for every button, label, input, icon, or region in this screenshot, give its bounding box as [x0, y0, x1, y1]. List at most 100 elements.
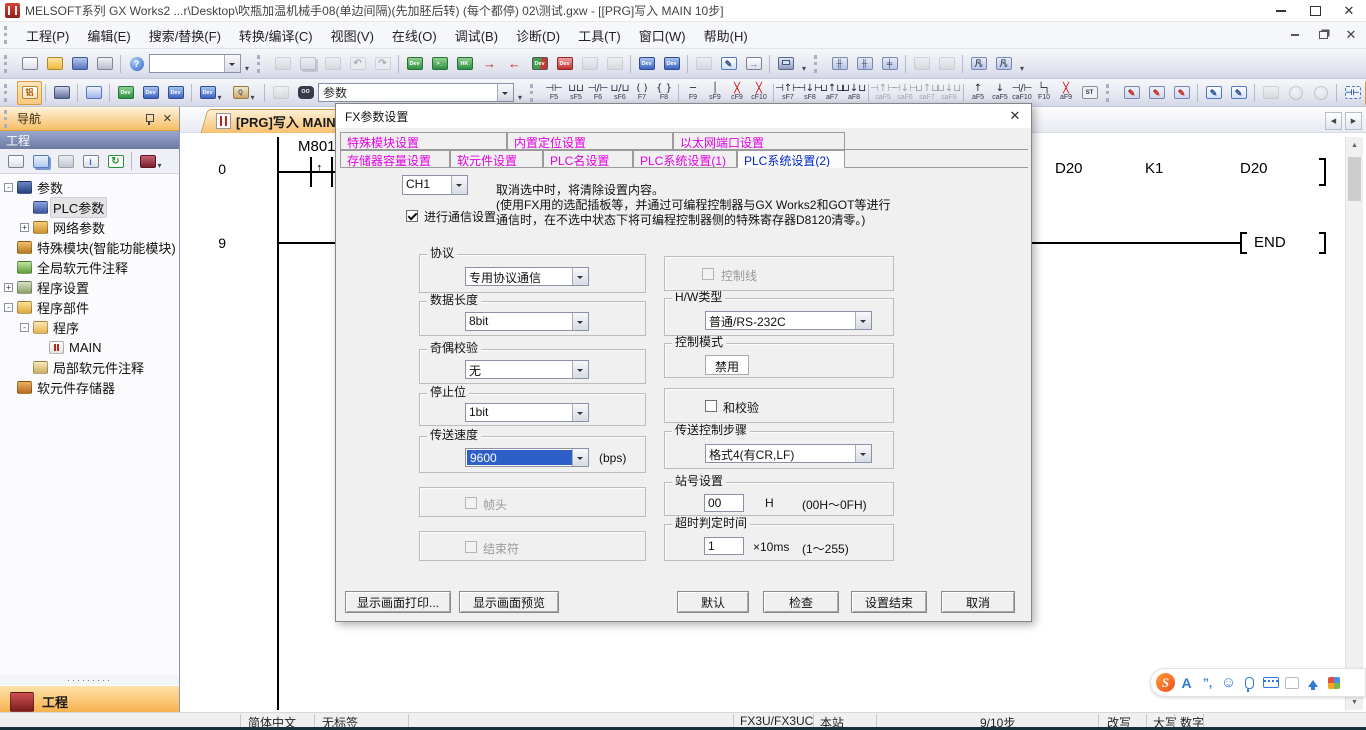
quick-access-combo[interactable] — [149, 54, 241, 73]
dropdown-icon[interactable] — [572, 313, 588, 330]
scrollbar-thumb[interactable] — [1348, 157, 1361, 201]
outline-icon[interactable] — [81, 81, 106, 105]
dropdown-icon[interactable] — [855, 445, 871, 462]
tree-item-parameter[interactable]: -参数 — [0, 177, 179, 197]
collapse-icon[interactable]: - — [20, 323, 29, 332]
nav-close-icon[interactable]: ✕ — [163, 112, 172, 125]
stop-bit-select[interactable]: 1bit — [465, 403, 589, 422]
copy-data-icon[interactable] — [28, 149, 53, 173]
tree-item-program[interactable]: -程序 — [0, 317, 179, 337]
tree-item-device-memory[interactable]: 软元件存储器 — [0, 377, 179, 397]
mdi-restore-button[interactable] — [1314, 27, 1332, 43]
dropdown-icon[interactable] — [451, 176, 467, 194]
nav-splitter[interactable]: ········· — [0, 675, 179, 685]
device-test-icon[interactable]: HK — [452, 52, 477, 76]
menu-item-find-replace[interactable]: 搜索/替换(F) — [140, 22, 230, 49]
device-comment-icon[interactable]: Dev — [113, 81, 138, 105]
ladder-symbol-aF9-button[interactable]: ╳aF9 — [1055, 80, 1077, 105]
baud-rate-select[interactable]: 9600 — [465, 448, 589, 467]
ladder-symbol-F6-button[interactable]: ⊣/⊢F6 — [587, 80, 609, 105]
sogou-logo-icon[interactable]: S — [1155, 672, 1176, 693]
toolbar-overflow-icon[interactable]: ▾ — [241, 53, 253, 75]
dropdown-icon[interactable]: ▾ — [156, 150, 164, 172]
menu-item-online[interactable]: 在线(O) — [383, 22, 446, 49]
inline-statement-icon[interactable]: ST — [1077, 81, 1102, 105]
check-button[interactable]: 检查 — [763, 591, 839, 613]
paste-data-icon[interactable] — [53, 149, 78, 173]
dialog-tab-PLC名设置[interactable]: PLC名设置 — [543, 150, 633, 168]
row-insert-icon[interactable]: ╫ — [827, 52, 852, 76]
maximize-button[interactable] — [1298, 0, 1332, 21]
mdi-minimize-button[interactable] — [1286, 27, 1304, 43]
dropdown-icon[interactable] — [572, 404, 588, 421]
dialog-close-button[interactable]: ✕ — [999, 104, 1031, 128]
ladder-symbol-caF10-button[interactable]: ⊣/⊢caF10 — [1011, 80, 1033, 105]
dropdown-icon[interactable] — [572, 449, 588, 466]
hw-type-select[interactable]: 普通/RS-232C — [705, 311, 872, 330]
dialog-tab-内置定位设置[interactable]: 内置定位设置 — [507, 132, 673, 150]
ladder-symbol-sF5-button[interactable]: ⊔⊔sF5 — [565, 80, 587, 105]
project-data-list-icon[interactable]: 铝 — [17, 81, 42, 105]
dropdown-icon[interactable] — [855, 312, 871, 329]
station-input[interactable]: 00 — [704, 494, 744, 512]
sum-check-checkbox[interactable] — [705, 400, 717, 412]
scope-search-icon[interactable]: Q▾ — [228, 81, 261, 105]
ladder-symbol-sF8-button[interactable]: ⊣↓⊢sF8 — [799, 80, 821, 105]
menu-item-tool[interactable]: 工具(T) — [569, 22, 630, 49]
mdi-close-button[interactable]: ✕ — [1342, 27, 1360, 43]
tree-item-pou[interactable]: -程序部件 — [0, 297, 179, 317]
tree-item-network-parameter[interactable]: +网络参数 — [0, 217, 179, 237]
emoji-picker-icon[interactable]: ☺ — [1218, 672, 1239, 693]
toolbar-overflow-icon[interactable]: ▾ — [514, 82, 526, 104]
ladder-symbol-caF5-button[interactable]: ↓caF5 — [989, 80, 1011, 105]
dropdown-icon[interactable]: ▾ — [249, 82, 257, 104]
tree-item-plc-parameter[interactable]: PLC参数 — [0, 197, 179, 217]
ladder-symbol-aF5-button[interactable]: ↑aF5 — [967, 80, 989, 105]
preview-window-button[interactable]: 显示画面预览 — [459, 591, 559, 613]
menu-item-project[interactable]: 工程(P) — [17, 22, 78, 49]
dropdown-icon[interactable]: ▾ — [216, 82, 224, 104]
dialog-tab-软元件设置[interactable]: 软元件设置 — [450, 150, 543, 168]
punctuation-icon[interactable]: ”, — [1197, 672, 1218, 693]
comm-setting-checkbox[interactable] — [406, 210, 418, 222]
comment-display-icon[interactable]: 凡 — [966, 52, 991, 76]
device-batch-icon[interactable]: Dev — [163, 81, 188, 105]
data-property-icon[interactable]: i — [78, 149, 103, 173]
pin-icon[interactable] — [145, 114, 153, 124]
tree-item-global-device-comment[interactable]: 全局软元件注释 — [0, 257, 179, 277]
ladder-symbol-aF8-button[interactable]: ⊔↓⊔aF8 — [843, 80, 865, 105]
ladder-symbol-F7-button[interactable]: ( )F7 — [631, 80, 653, 105]
parity-select[interactable]: 无 — [465, 360, 589, 379]
default-button[interactable]: 默认 — [677, 591, 749, 613]
device-find-icon[interactable]: Dev — [527, 52, 552, 76]
cross-reference-icon[interactable]: oo — [293, 81, 318, 105]
ladder-symbol-sF7-button[interactable]: ⊣↑⊢sF7 — [777, 80, 799, 105]
tree-item-program-setting[interactable]: +程序设置 — [0, 277, 179, 297]
ladder-symbol-sF9-button[interactable]: │sF9 — [704, 80, 726, 105]
print-icon[interactable] — [92, 52, 117, 76]
new-data-icon[interactable] — [3, 149, 28, 173]
find-target-combo[interactable]: 参数 — [318, 83, 514, 102]
dialog-tab-特殊模块设置[interactable]: 特殊模块设置 — [340, 132, 507, 150]
device-comment-write-icon[interactable]: Dev — [402, 52, 427, 76]
write-to-plc-icon[interactable]: → — [477, 52, 502, 76]
column-insert-icon[interactable]: ╪ — [877, 52, 902, 76]
toolbar-overflow-icon[interactable]: ▾ — [798, 53, 810, 75]
close-button[interactable]: ✕ — [1332, 0, 1366, 21]
statement-edit-icon[interactable]: ✎ — [1201, 81, 1226, 105]
tree-item-local-device-comment[interactable]: 局部软元件注释 — [0, 357, 179, 377]
dialog-tab-PLC系统设置(2)[interactable]: PLC系统设置(2) — [737, 150, 845, 168]
jump-icon[interactable]: → — [741, 52, 766, 76]
collapse-icon[interactable]: - — [4, 303, 13, 312]
new-project-icon[interactable] — [17, 52, 42, 76]
menu-item-edit[interactable]: 编辑(E) — [78, 22, 139, 49]
toolbox-icon[interactable] — [1302, 672, 1323, 693]
ladder-symbol-F10-button[interactable]: └┐F10 — [1033, 80, 1055, 105]
dialog-tab-以太网端口设置[interactable]: 以太网端口设置 — [673, 132, 845, 150]
dropdown-icon[interactable] — [572, 268, 588, 285]
ladder-symbol-F8-button[interactable]: { }F8 — [653, 80, 675, 105]
soft-keyboard-icon[interactable] — [1260, 672, 1281, 693]
cancel-button[interactable]: 取消 — [941, 591, 1015, 613]
tree-item-main[interactable]: MAIN — [0, 337, 179, 357]
print-window-button[interactable]: 显示画面打印... — [345, 591, 451, 613]
